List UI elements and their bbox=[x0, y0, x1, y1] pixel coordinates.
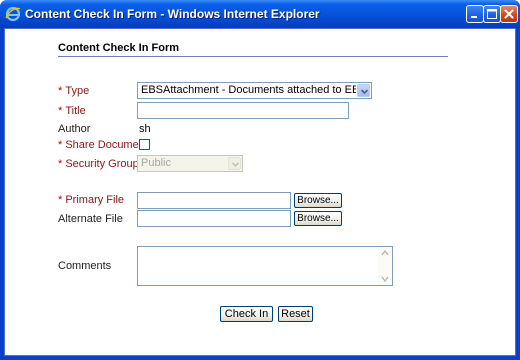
alternate-file-browse-button[interactable]: Browse... bbox=[294, 211, 342, 226]
security-group-select[interactable]: Public bbox=[137, 155, 243, 172]
check-in-button[interactable]: Check In bbox=[220, 306, 273, 322]
textarea-scrollbar[interactable] bbox=[378, 247, 392, 285]
window-title: Content Check In Form - Windows Internet… bbox=[25, 7, 320, 21]
required-marker: * bbox=[58, 158, 63, 170]
security-group-label-text: Security Group bbox=[65, 158, 139, 170]
scroll-down-icon[interactable] bbox=[381, 276, 389, 282]
minimize-icon bbox=[471, 16, 477, 18]
form-heading: Content Check In Form bbox=[58, 42, 180, 54]
alternate-file-label: Alternate File bbox=[58, 213, 123, 225]
close-icon bbox=[504, 9, 514, 19]
type-select-value: EBSAttachment - Documents attached to EB… bbox=[141, 84, 356, 96]
section-divider bbox=[58, 295, 134, 296]
section-divider bbox=[58, 72, 134, 73]
title-label: * Title bbox=[58, 105, 86, 117]
section-divider bbox=[58, 181, 134, 182]
minimize-button[interactable] bbox=[466, 5, 484, 23]
required-marker: * bbox=[58, 105, 63, 117]
chevron-down-icon bbox=[228, 157, 241, 170]
close-button[interactable] bbox=[500, 5, 518, 23]
section-divider bbox=[138, 181, 448, 182]
primary-file-input[interactable] bbox=[137, 192, 291, 209]
primary-file-label: * Primary File bbox=[58, 194, 124, 206]
required-marker: * bbox=[58, 194, 63, 206]
title-label-text: Title bbox=[65, 105, 86, 117]
maximize-button[interactable] bbox=[483, 5, 501, 23]
section-divider bbox=[138, 295, 448, 296]
reset-button[interactable]: Reset bbox=[278, 306, 313, 322]
maximize-icon bbox=[487, 9, 497, 19]
type-label: * Type bbox=[58, 85, 89, 97]
primary-file-label-text: Primary File bbox=[65, 194, 125, 206]
required-marker: * bbox=[58, 85, 63, 97]
section-divider bbox=[58, 234, 134, 235]
comments-textarea[interactable] bbox=[137, 246, 393, 286]
heading-divider bbox=[58, 56, 448, 57]
share-document-label: * Share Document bbox=[58, 139, 148, 151]
internet-explorer-icon bbox=[5, 6, 21, 22]
title-input[interactable] bbox=[137, 102, 349, 119]
chevron-down-icon[interactable] bbox=[357, 84, 370, 97]
comments-label: Comments bbox=[58, 260, 112, 272]
author-label: Author bbox=[58, 123, 91, 135]
primary-file-browse-button[interactable]: Browse... bbox=[294, 193, 342, 208]
section-divider bbox=[138, 234, 448, 235]
security-group-value: Public bbox=[141, 157, 171, 169]
alternate-file-input[interactable] bbox=[137, 210, 291, 227]
share-document-label-text: Share Document bbox=[65, 139, 148, 151]
type-label-text: Type bbox=[65, 85, 90, 97]
scroll-up-icon[interactable] bbox=[381, 250, 389, 256]
share-document-checkbox[interactable] bbox=[139, 139, 150, 150]
type-select[interactable]: EBSAttachment - Documents attached to EB… bbox=[137, 82, 372, 99]
window-titlebar[interactable]: Content Check In Form - Windows Internet… bbox=[0, 0, 520, 28]
section-divider bbox=[138, 72, 448, 73]
required-marker: * bbox=[58, 139, 63, 151]
author-value: sh bbox=[139, 123, 151, 135]
security-group-label: * Security Group bbox=[58, 158, 139, 170]
